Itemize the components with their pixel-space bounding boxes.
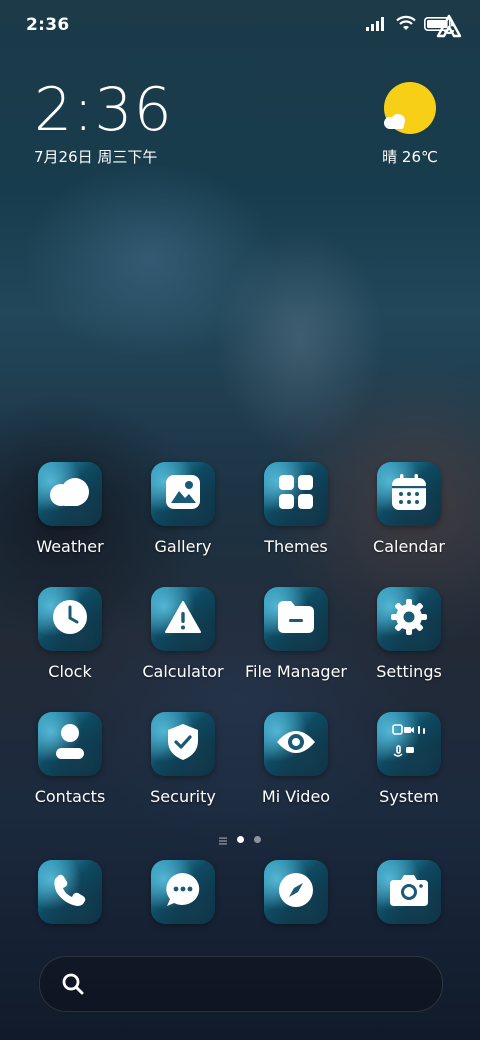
dock-browser[interactable] bbox=[264, 860, 328, 924]
signal-icon bbox=[366, 16, 388, 35]
camera-icon bbox=[390, 874, 428, 910]
warning-icon bbox=[165, 601, 201, 637]
app-label: Mi Video bbox=[261, 787, 331, 806]
search-icon[interactable] bbox=[62, 973, 84, 999]
app-icon bbox=[151, 462, 215, 526]
app-calculator[interactable]: Calculator bbox=[128, 587, 238, 681]
app-label: System bbox=[379, 787, 439, 806]
app-icon bbox=[377, 462, 441, 526]
app-security[interactable]: Security bbox=[128, 712, 238, 806]
clock-icon bbox=[52, 599, 88, 639]
app-icon bbox=[377, 587, 441, 651]
status-bar: 2:36 bbox=[0, 0, 480, 50]
app-icon bbox=[38, 860, 102, 924]
app-icon bbox=[151, 587, 215, 651]
gear-icon bbox=[391, 599, 427, 639]
wifi-icon bbox=[396, 15, 416, 35]
app-icon bbox=[38, 712, 102, 776]
app-label: Themes bbox=[264, 537, 328, 556]
person-icon bbox=[55, 724, 85, 764]
app-themes[interactable]: Themes bbox=[241, 462, 351, 556]
app-label: Settings bbox=[376, 662, 442, 681]
app-weather[interactable]: Weather bbox=[15, 462, 125, 556]
clock-time: 2:36 bbox=[34, 75, 173, 145]
app-icon bbox=[151, 860, 215, 924]
page-dot-active bbox=[237, 836, 244, 843]
clock-date: 7月26日 周三下午 bbox=[34, 148, 158, 166]
app-contacts[interactable]: Contacts bbox=[15, 712, 125, 806]
phone-icon bbox=[53, 873, 87, 911]
app-icon bbox=[377, 860, 441, 924]
weather-widget[interactable]: 晴 26℃ bbox=[364, 82, 444, 167]
app-system-folder[interactable]: System bbox=[354, 712, 464, 806]
app-label: Security bbox=[150, 787, 216, 806]
app-icon bbox=[151, 712, 215, 776]
image-icon bbox=[166, 475, 200, 513]
dock-phone[interactable] bbox=[38, 860, 102, 924]
page-indicator[interactable] bbox=[0, 830, 480, 849]
chat-icon bbox=[165, 872, 201, 912]
eye-icon bbox=[276, 728, 316, 760]
clock-widget[interactable]: 2:36 7月26日 周三下午 bbox=[34, 78, 173, 167]
app-icon bbox=[38, 587, 102, 651]
app-label: Clock bbox=[48, 662, 92, 681]
calendar-icon bbox=[392, 474, 426, 514]
app-icon bbox=[38, 462, 102, 526]
shield-icon bbox=[166, 723, 200, 765]
app-mi-video[interactable]: Mi Video bbox=[241, 712, 351, 806]
app-label: File Manager bbox=[245, 662, 347, 681]
app-icon bbox=[264, 860, 328, 924]
cloud-icon bbox=[48, 477, 92, 511]
folder-icon bbox=[278, 601, 314, 637]
dock-messages[interactable] bbox=[151, 860, 215, 924]
grid-icon bbox=[279, 475, 313, 513]
app-settings[interactable]: Settings bbox=[354, 587, 464, 681]
weather-text: 晴 26℃ bbox=[382, 148, 438, 166]
sunny-cloud-icon bbox=[384, 82, 436, 134]
page-list-icon bbox=[219, 830, 227, 849]
app-label: Calculator bbox=[142, 662, 224, 681]
status-time: 2:36 bbox=[26, 15, 70, 35]
app-icon bbox=[264, 462, 328, 526]
search-bar[interactable] bbox=[39, 956, 443, 1012]
dock-camera[interactable] bbox=[377, 860, 441, 924]
app-calendar[interactable]: Calendar bbox=[354, 462, 464, 556]
app-icon bbox=[377, 712, 441, 776]
compass-icon bbox=[278, 872, 314, 912]
app-label: Gallery bbox=[154, 537, 212, 556]
app-icon bbox=[264, 587, 328, 651]
app-label: Weather bbox=[36, 537, 104, 556]
assistant-icon[interactable] bbox=[436, 14, 462, 42]
app-label: Calendar bbox=[373, 537, 445, 556]
app-icon bbox=[264, 712, 328, 776]
app-label: Contacts bbox=[34, 787, 106, 806]
app-gallery[interactable]: Gallery bbox=[128, 462, 238, 556]
folder-grid-icon bbox=[387, 720, 431, 768]
app-clock[interactable]: Clock bbox=[15, 587, 125, 681]
page-dot bbox=[254, 836, 261, 843]
app-file-manager[interactable]: File Manager bbox=[241, 587, 351, 681]
